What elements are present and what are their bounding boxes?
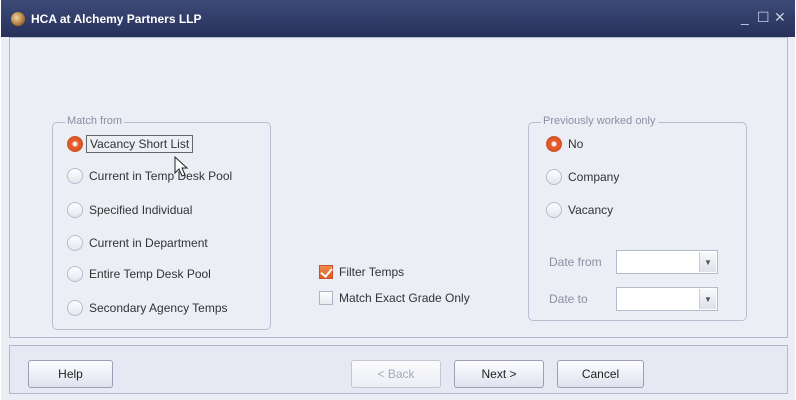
radio-entire-temp-desk-pool[interactable]: Entire Temp Desk Pool — [67, 264, 211, 284]
radio-label: Current in Temp Desk Pool — [89, 169, 233, 183]
radio-secondary-agency-temps[interactable]: Secondary Agency Temps — [67, 298, 228, 318]
filter-temps-checkbox[interactable] — [319, 265, 333, 279]
chevron-down-icon[interactable]: ▼ — [699, 252, 716, 272]
back-button[interactable]: < Back — [351, 360, 441, 388]
match-exact-grade-checkbox-row[interactable]: Match Exact Grade Only — [319, 289, 470, 307]
radio-button[interactable] — [67, 168, 83, 184]
date-to-label: Date to — [549, 292, 588, 306]
close-button[interactable]: ✕ — [774, 9, 786, 26]
radio-current-in-department[interactable]: Current in Department — [67, 233, 208, 253]
radio-button-checked[interactable] — [67, 136, 83, 152]
radio-button[interactable] — [67, 235, 83, 251]
radio-button[interactable] — [67, 266, 83, 282]
radio-current-in-temp-desk-pool[interactable]: Current in Temp Desk Pool — [67, 166, 232, 186]
radio-label: Vacancy Short List — [86, 135, 194, 153]
date-from-label: Date from — [549, 255, 602, 269]
next-button[interactable]: Next > — [454, 360, 544, 388]
radio-button[interactable] — [546, 169, 562, 185]
radio-label: Company — [568, 170, 620, 184]
app-logo-icon — [11, 12, 25, 26]
radio-label: Secondary Agency Temps — [89, 301, 228, 315]
radio-specified-individual[interactable]: Specified Individual — [67, 200, 192, 220]
radio-button[interactable] — [67, 300, 83, 316]
radio-label: Entire Temp Desk Pool — [89, 267, 211, 281]
dialog-window: HCA at Alchemy Partners LLP _ ☐ ✕ Match … — [1, 0, 795, 400]
cancel-button[interactable]: Cancel — [557, 360, 644, 388]
title-bar[interactable]: HCA at Alchemy Partners LLP _ ☐ ✕ — [1, 0, 795, 37]
maximize-button[interactable]: ☐ — [757, 9, 770, 26]
radio-button-checked[interactable] — [546, 136, 562, 152]
radio-button[interactable] — [546, 202, 562, 218]
chevron-down-icon[interactable]: ▼ — [699, 289, 716, 309]
radio-label: Current in Department — [89, 236, 208, 250]
date-to-combo[interactable]: ▼ — [616, 287, 718, 311]
filter-temps-label: Filter Temps — [339, 265, 405, 279]
radio-prev-vacancy[interactable]: Vacancy — [546, 200, 613, 220]
help-button[interactable]: Help — [28, 360, 113, 388]
radio-label: Vacancy — [568, 203, 614, 217]
match-exact-grade-label: Match Exact Grade Only — [339, 291, 470, 305]
previously-worked-legend: Previously worked only — [541, 115, 658, 127]
radio-label: No — [568, 137, 584, 151]
radio-button[interactable] — [67, 202, 83, 218]
minimize-button[interactable]: _ — [741, 9, 749, 25]
window-title: HCA at Alchemy Partners LLP — [31, 12, 202, 26]
radio-vacancy-short-list[interactable]: Vacancy Short List — [67, 134, 194, 154]
match-from-legend: Match from — [65, 115, 125, 127]
mouse-cursor-icon — [174, 156, 189, 177]
date-from-combo[interactable]: ▼ — [616, 250, 718, 274]
radio-prev-no[interactable]: No — [546, 134, 583, 154]
radio-label: Specified Individual — [89, 203, 193, 217]
filter-temps-checkbox-row[interactable]: Filter Temps — [319, 263, 404, 281]
match-exact-grade-checkbox[interactable] — [319, 291, 333, 305]
radio-prev-company[interactable]: Company — [546, 167, 619, 187]
